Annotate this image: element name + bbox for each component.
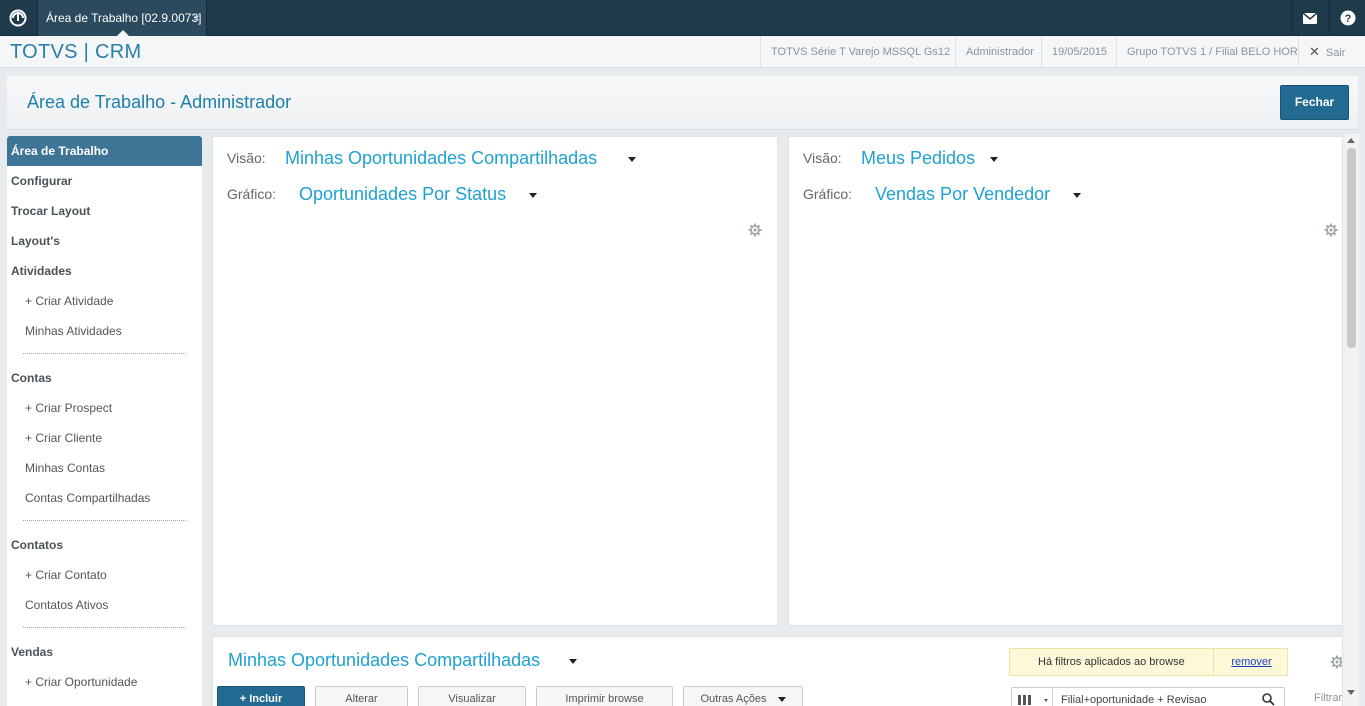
visao-value: Meus Pedidos xyxy=(861,148,976,168)
grafico-label: Gráfico: xyxy=(803,186,853,202)
sidebar-divider xyxy=(23,353,186,363)
alterar-button[interactable]: Alterar xyxy=(315,686,408,706)
visualizar-button[interactable]: Visualizar xyxy=(418,686,526,706)
chevron-down-icon xyxy=(529,192,538,198)
top-bar: Área de Trabalho [02.9.0073] × ? xyxy=(0,0,1365,36)
sidebar-item-contatos-ativos[interactable]: Contatos Ativos xyxy=(7,590,202,620)
gear-icon[interactable] xyxy=(748,223,762,237)
sidebar-section-contas[interactable]: Contas xyxy=(7,363,202,393)
columns-icon[interactable] xyxy=(1018,694,1052,706)
sidebar-item-contas-compartilhadas[interactable]: Contas Compartilhadas xyxy=(7,483,202,513)
user-info: Administrador xyxy=(955,36,1044,68)
chevron-down-icon xyxy=(569,658,578,664)
chevron-down-icon xyxy=(990,156,999,162)
search-icon[interactable] xyxy=(1262,693,1275,706)
totvs-logo-icon[interactable] xyxy=(0,0,36,36)
sidebar-item-criar-prospect[interactable]: + Criar Prospect xyxy=(7,393,202,423)
remove-filter-link[interactable]: remover xyxy=(1213,649,1289,675)
close-button[interactable]: Fechar xyxy=(1280,85,1349,120)
logout-label: Sair xyxy=(1325,47,1346,59)
page-scrollbar[interactable] xyxy=(1342,134,1359,706)
outras-acoes-label: Outras Ações xyxy=(700,693,767,705)
sidebar-section-vendas[interactable]: Vendas xyxy=(7,637,202,667)
outras-acoes-button[interactable]: Outras Ações xyxy=(683,686,803,706)
grafico-select[interactable]: Vendas Por Vendedor xyxy=(875,184,1082,205)
sidebar: Área de Trabalho Configurar Trocar Layou… xyxy=(7,136,202,706)
sidebar-item-criar-contato[interactable]: + Criar Contato xyxy=(7,560,202,590)
grafico-value: Vendas Por Vendedor xyxy=(875,184,1051,204)
sidebar-divider xyxy=(23,520,186,530)
date-info: 19/05/2015 xyxy=(1041,36,1117,68)
sidebar-item-minhas-oportunidades[interactable]: Minhas Oportunidades xyxy=(7,697,202,706)
visao-label: Visão: xyxy=(803,150,842,166)
sidebar-item-trocar-layout[interactable]: Trocar Layout xyxy=(7,196,202,226)
sidebar-item-criar-cliente[interactable]: + Criar Cliente xyxy=(7,423,202,453)
sidebar-item-configurar[interactable]: Configurar xyxy=(7,166,202,196)
visao-select[interactable]: Minhas Oportunidades Compartilhadas xyxy=(285,148,637,169)
sidebar-item-criar-atividade[interactable]: + Criar Atividade xyxy=(7,286,202,316)
chevron-down-icon xyxy=(777,696,786,702)
visao-label: Visão: xyxy=(227,150,266,166)
sidebar-section-contatos[interactable]: Contatos xyxy=(7,530,202,560)
mail-icon[interactable] xyxy=(1291,0,1327,36)
filter-notice-text: Há filtros aplicados ao browse xyxy=(1038,656,1185,668)
tab-label: Área de Trabalho [02.9.0073] xyxy=(46,11,202,25)
gear-icon[interactable] xyxy=(1324,223,1338,237)
search-divider xyxy=(1052,688,1053,706)
group-info: Grupo TOTVS 1 / Filial BELO HOR xyxy=(1116,36,1308,68)
search-value: Filial+oportunidade + Revisao xyxy=(1061,694,1207,706)
page-title-bar: Área de Trabalho - Administrador Fechar xyxy=(7,76,1358,130)
scrollbar-thumb[interactable] xyxy=(1347,148,1356,348)
grafico-select[interactable]: Oportunidades Por Status xyxy=(299,184,538,205)
sidebar-item-criar-oportunidade[interactable]: + Criar Oportunidade xyxy=(7,667,202,697)
help-icon[interactable]: ? xyxy=(1329,0,1365,36)
grafico-value: Oportunidades Por Status xyxy=(299,184,507,204)
sidebar-item-minhas-contas[interactable]: Minhas Contas xyxy=(7,453,202,483)
filtrar-link[interactable]: Filtrar xyxy=(1314,692,1342,704)
browse-search[interactable]: Filial+oportunidade + Revisao xyxy=(1011,687,1285,706)
widget-right: Visão: Meus Pedidos Gráfico: Vendas Por … xyxy=(788,136,1344,626)
tab-close-icon[interactable]: × xyxy=(193,0,200,36)
grafico-label: Gráfico: xyxy=(227,186,277,202)
sidebar-item-minhas-atividades[interactable]: Minhas Atividades xyxy=(7,316,202,346)
page-title: Área de Trabalho - Administrador xyxy=(27,92,292,112)
browse-title: Minhas Oportunidades Compartilhadas xyxy=(228,650,541,670)
scroll-up-icon[interactable] xyxy=(1347,138,1355,143)
visao-select[interactable]: Meus Pedidos xyxy=(861,148,999,169)
chevron-down-icon xyxy=(1073,192,1082,198)
close-icon: ✕ xyxy=(1309,44,1320,59)
filter-notice: Há filtros aplicados ao browse remover xyxy=(1009,648,1288,676)
svg-text:?: ? xyxy=(1344,13,1351,25)
environment-info: TOTVS Série T Varejo MSSQL Gs12 xyxy=(760,36,960,68)
scroll-down-icon[interactable] xyxy=(1347,690,1355,695)
sidebar-section-atividades[interactable]: Atividades xyxy=(7,256,202,286)
incluir-button[interactable]: + Incluir xyxy=(217,686,305,706)
widget-left: Visão: Minhas Oportunidades Compartilhad… xyxy=(212,136,778,626)
logout-button[interactable]: ✕ Sair xyxy=(1298,36,1365,68)
sidebar-divider xyxy=(23,627,186,637)
chevron-down-icon xyxy=(628,156,637,162)
browse-view-select[interactable]: Minhas Oportunidades Compartilhadas xyxy=(228,650,578,671)
app-header: TOTVS | CRM TOTVS Série T Varejo MSSQL G… xyxy=(0,36,1365,68)
sidebar-item-area-de-trabalho[interactable]: Área de Trabalho xyxy=(7,136,202,166)
imprimir-browse-button[interactable]: Imprimir browse xyxy=(536,686,673,706)
brand-title: TOTVS | CRM xyxy=(10,41,142,63)
sidebar-item-layouts[interactable]: Layout's xyxy=(7,226,202,256)
visao-value: Minhas Oportunidades Compartilhadas xyxy=(285,148,598,168)
